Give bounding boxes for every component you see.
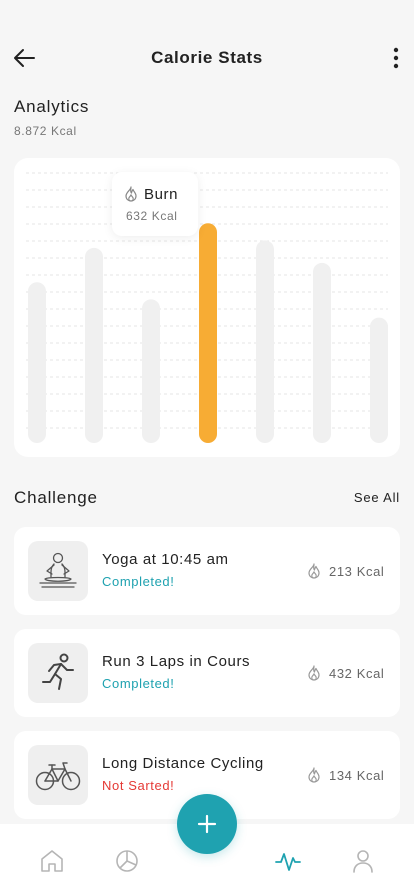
calorie-chart-card xyxy=(14,158,400,457)
chart-bar[interactable] xyxy=(256,240,274,443)
more-options-icon[interactable] xyxy=(386,44,406,72)
challenge-card-yoga[interactable]: Yoga at 10:45 am Completed! 213 Kcal xyxy=(14,527,400,615)
chart-bar-highlighted[interactable] xyxy=(199,223,217,443)
chart-tooltip: Burn 632 Kcal xyxy=(112,172,198,236)
flame-icon xyxy=(308,665,320,681)
app-header: Calorie Stats xyxy=(0,36,414,80)
chart-bar[interactable] xyxy=(142,299,160,443)
page-title: Calorie Stats xyxy=(151,48,263,67)
challenge-status: Completed! xyxy=(102,676,175,691)
challenge-kcal: 432 Kcal xyxy=(329,666,385,681)
challenge-kcal: 213 Kcal xyxy=(329,564,385,579)
challenge-kcal: 134 Kcal xyxy=(329,768,385,783)
challenge-title: Challenge xyxy=(14,488,98,507)
flame-icon xyxy=(308,767,320,783)
challenge-thumbnail xyxy=(28,643,88,703)
chart-bar[interactable] xyxy=(313,262,331,443)
profile-icon[interactable] xyxy=(350,848,376,874)
flame-icon xyxy=(308,563,320,579)
pie-chart-icon[interactable] xyxy=(114,848,140,874)
flame-icon xyxy=(125,186,137,202)
chart-bar[interactable] xyxy=(85,247,103,443)
add-button[interactable] xyxy=(177,794,237,854)
challenge-name: Yoga at 10:45 am xyxy=(102,551,229,568)
tooltip-value: 632 Kcal xyxy=(126,209,178,223)
chart-bar[interactable] xyxy=(28,282,46,443)
plus-icon xyxy=(197,814,217,834)
challenge-name: Long Distance Cycling xyxy=(102,755,264,772)
home-icon[interactable] xyxy=(39,848,65,874)
see-all-link[interactable]: See All xyxy=(354,490,400,505)
challenge-thumbnail xyxy=(28,745,88,805)
running-icon xyxy=(42,653,74,690)
challenge-status: Not Sarted! xyxy=(102,778,175,793)
analytics-title: Analytics xyxy=(14,97,90,116)
chart-bar[interactable] xyxy=(370,317,388,443)
bicycle-icon xyxy=(35,762,81,791)
challenge-thumbnail xyxy=(28,541,88,601)
calorie-bar-chart xyxy=(26,172,388,443)
challenge-card-run[interactable]: Run 3 Laps in Cours Completed! 432 Kcal xyxy=(14,629,400,717)
tooltip-label: Burn xyxy=(144,186,179,203)
analytics-total: 8.872 Kcal xyxy=(14,124,77,138)
activity-icon[interactable] xyxy=(275,848,301,874)
yoga-icon xyxy=(39,552,77,588)
challenge-status: Completed! xyxy=(102,574,175,589)
challenge-name: Run 3 Laps in Cours xyxy=(102,653,251,670)
